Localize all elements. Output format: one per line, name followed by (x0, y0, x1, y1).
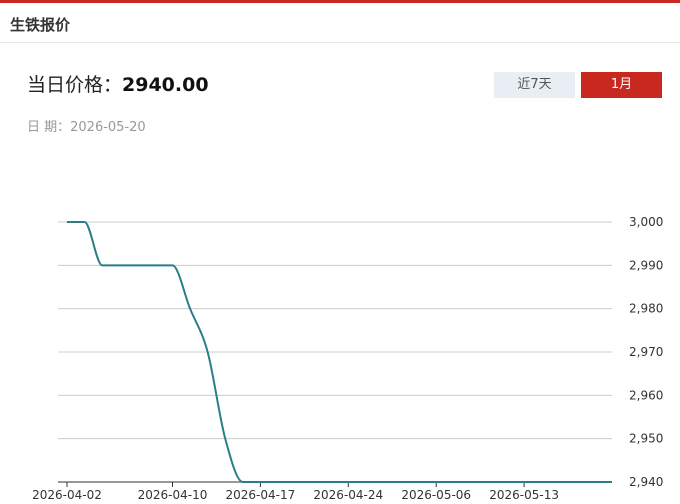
panel-title: 生铁报价 (10, 16, 71, 34)
x-tick-label: 2026-04-02 (32, 488, 102, 502)
y-tick-label: 2,980 (629, 302, 663, 316)
date-label: 日 期： (27, 120, 71, 135)
date-row: 日 期：2026-05-20 (27, 116, 146, 135)
x-tick-labels: 2026-04-02 2026-04-10 2026-04-17 2026-04-24… (32, 488, 559, 502)
range-button-1-month[interactable]: 1月 (581, 72, 662, 98)
range-button-7-days[interactable]: 近7天 (494, 72, 575, 98)
y-tick-labels: 3,000 2,990 2,980 2,970 2,960 2,950 2,940 (629, 215, 663, 489)
price-value: 2940.00 (122, 74, 209, 96)
panel-header: 生铁报价 (0, 3, 680, 43)
current-price-row: 当日价格：2940.00 (27, 70, 209, 97)
x-tick-label: 2026-04-10 (138, 488, 208, 502)
y-tick-label: 2,940 (629, 475, 663, 489)
date-value: 2026-05-20 (70, 120, 146, 135)
x-tick-label: 2026-05-13 (489, 488, 559, 502)
x-tick-label: 2026-04-17 (226, 488, 296, 502)
price-line-chart: 3,000 2,990 2,980 2,970 2,960 2,950 2,940 2026… (32, 215, 663, 502)
y-tick-label: 2,950 (629, 432, 663, 446)
y-tick-label: 2,990 (629, 258, 663, 272)
grid-lines (58, 221, 612, 440)
y-tick-label: 2,960 (629, 388, 663, 402)
x-tick-label: 2026-04-24 (313, 488, 383, 502)
price-label: 当日价格： (27, 74, 123, 96)
y-tick-label: 3,000 (629, 215, 663, 229)
y-tick-label: 2,970 (629, 345, 663, 359)
x-tick-label: 2026-05-06 (401, 488, 471, 502)
